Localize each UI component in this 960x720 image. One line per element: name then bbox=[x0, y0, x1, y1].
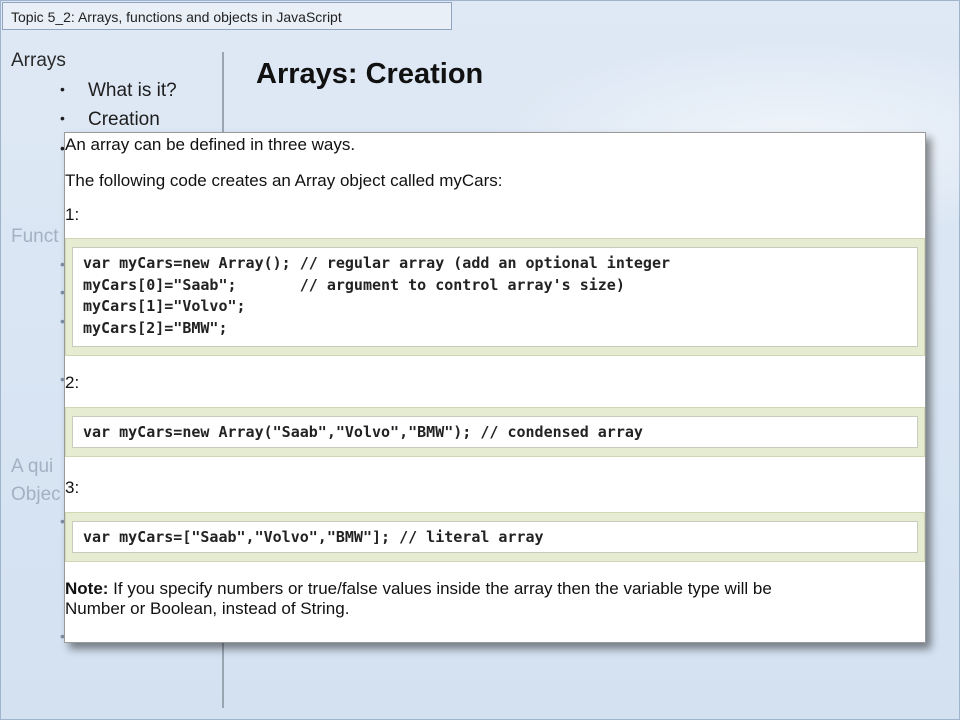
sidebar-heading-functions: Funct bbox=[11, 226, 59, 247]
example-label-1: 1: bbox=[65, 205, 80, 224]
description-text: The following code creates an Array obje… bbox=[65, 171, 503, 190]
sidebar-item-creation: • Creation bbox=[60, 109, 160, 131]
bullet-icon: • bbox=[60, 110, 65, 126]
code-block-1-frame: var myCars=new Array(); // regular array… bbox=[65, 238, 925, 356]
sidebar-heading-arrays: Arrays bbox=[11, 50, 66, 71]
example-label-2: 2: bbox=[65, 373, 80, 392]
sidebar-item-what-is-it: • What is it? bbox=[60, 80, 177, 102]
note-label: Note: bbox=[65, 579, 109, 598]
page-title: Arrays: Creation bbox=[256, 58, 484, 90]
code-block-2-frame: var myCars=new Array("Saab","Volvo","BMW… bbox=[65, 407, 925, 457]
example-label-3: 3: bbox=[65, 478, 80, 497]
sidebar-item-label: What is it? bbox=[88, 80, 177, 101]
sidebar-heading-quick: A qui bbox=[11, 456, 54, 477]
note-body: If you specify numbers or true/false val… bbox=[108, 579, 772, 598]
code-block-2: var myCars=new Array("Saab","Volvo","BMW… bbox=[72, 416, 918, 448]
note-text-line2: Number or Boolean, instead of String. bbox=[65, 599, 350, 618]
code-block-3-frame: var myCars=["Saab","Volvo","BMW"]; // li… bbox=[65, 512, 925, 562]
topic-tab: Topic 5_2: Arrays, functions and objects… bbox=[2, 2, 452, 30]
code-block-3: var myCars=["Saab","Volvo","BMW"]; // li… bbox=[72, 521, 918, 553]
intro-text: An array can be defined in three ways. bbox=[65, 135, 356, 154]
code-example-screenshot: An array can be defined in three ways. T… bbox=[64, 132, 926, 643]
bullet-icon: • bbox=[60, 81, 65, 97]
sidebar-heading-objects: Objec bbox=[11, 484, 61, 505]
code-block-1: var myCars=new Array(); // regular array… bbox=[72, 247, 918, 347]
sidebar-item-label: Creation bbox=[88, 109, 160, 130]
note-text: Note: If you specify numbers or true/fal… bbox=[65, 579, 772, 599]
